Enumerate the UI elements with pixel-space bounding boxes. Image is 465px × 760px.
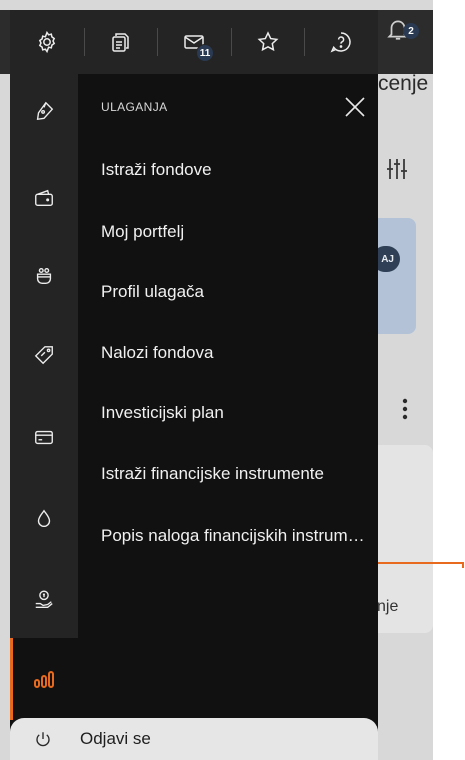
rail-item-3[interactable] bbox=[10, 256, 78, 296]
menu-item-nalozi-fondova[interactable]: Nalozi fondova bbox=[101, 341, 371, 365]
menu-item-istrazi-financijske-instrumente[interactable]: Istraži financijske instrumente bbox=[101, 462, 371, 486]
menu-item-popis-naloga[interactable]: Popis naloga financijskih instrumenata bbox=[101, 524, 371, 548]
rail-item-7[interactable] bbox=[10, 579, 78, 619]
more-vertical-icon[interactable] bbox=[398, 395, 412, 423]
settings-button[interactable] bbox=[10, 10, 84, 74]
hand-coin-icon bbox=[35, 590, 53, 608]
background-accent-tick bbox=[462, 562, 464, 568]
rail-item-4[interactable] bbox=[10, 335, 78, 375]
section-title: ULAGANJA bbox=[101, 100, 168, 114]
star-icon bbox=[257, 31, 279, 52]
pen-nib-icon bbox=[36, 101, 54, 121]
notifications-badge: 2 bbox=[403, 23, 419, 39]
tag-icon bbox=[34, 346, 53, 365]
right-edge-strip bbox=[433, 0, 465, 760]
menu-item-investicijski-plan[interactable]: Investicijski plan bbox=[101, 401, 371, 425]
messages-button[interactable]: 11 bbox=[157, 10, 231, 74]
background-panel-text: nje bbox=[377, 598, 399, 615]
power-icon bbox=[36, 732, 50, 747]
logout-label: Odjavi se bbox=[80, 729, 151, 748]
gear-icon bbox=[38, 30, 55, 54]
menu-item-profil-ulagaca[interactable]: Profil ulagača bbox=[101, 280, 371, 304]
favorites-button[interactable] bbox=[230, 10, 305, 74]
rail-item-5[interactable] bbox=[10, 417, 78, 457]
rail-item-2[interactable] bbox=[10, 178, 78, 218]
investment-bars-icon bbox=[34, 671, 54, 688]
rail-item-investments[interactable] bbox=[10, 664, 78, 694]
wallet-icon bbox=[35, 189, 53, 207]
drop-icon bbox=[37, 509, 51, 527]
documents-button[interactable] bbox=[83, 10, 158, 74]
icon-rail bbox=[10, 74, 78, 638]
rail-item-1[interactable] bbox=[10, 91, 78, 131]
filter-sliders-icon[interactable] bbox=[385, 155, 409, 183]
close-drawer-button[interactable] bbox=[344, 96, 366, 118]
navigation-drawer: ULAGANJA Istraži fondove Moj portfelj Pr… bbox=[10, 74, 378, 760]
rail-item-6[interactable] bbox=[10, 499, 78, 539]
mail-count-badge: 11 bbox=[195, 44, 214, 62]
menu-item-moj-portfelj[interactable]: Moj portfelj bbox=[101, 220, 371, 244]
logout-button[interactable]: Odjavi se bbox=[10, 718, 378, 760]
background-page-title: cenje bbox=[378, 72, 429, 95]
credit-card-icon bbox=[35, 430, 53, 445]
top-toolbar: 11 bbox=[10, 10, 378, 74]
close-icon bbox=[345, 97, 365, 117]
help-icon bbox=[330, 32, 351, 53]
background-accent-line bbox=[378, 562, 463, 564]
documents-icon bbox=[112, 33, 130, 52]
background-card bbox=[378, 218, 416, 334]
piggy-pot-icon bbox=[36, 267, 52, 285]
menu-item-istrazi-fondove[interactable]: Istraži fondove bbox=[101, 158, 371, 182]
help-button[interactable] bbox=[304, 10, 378, 74]
